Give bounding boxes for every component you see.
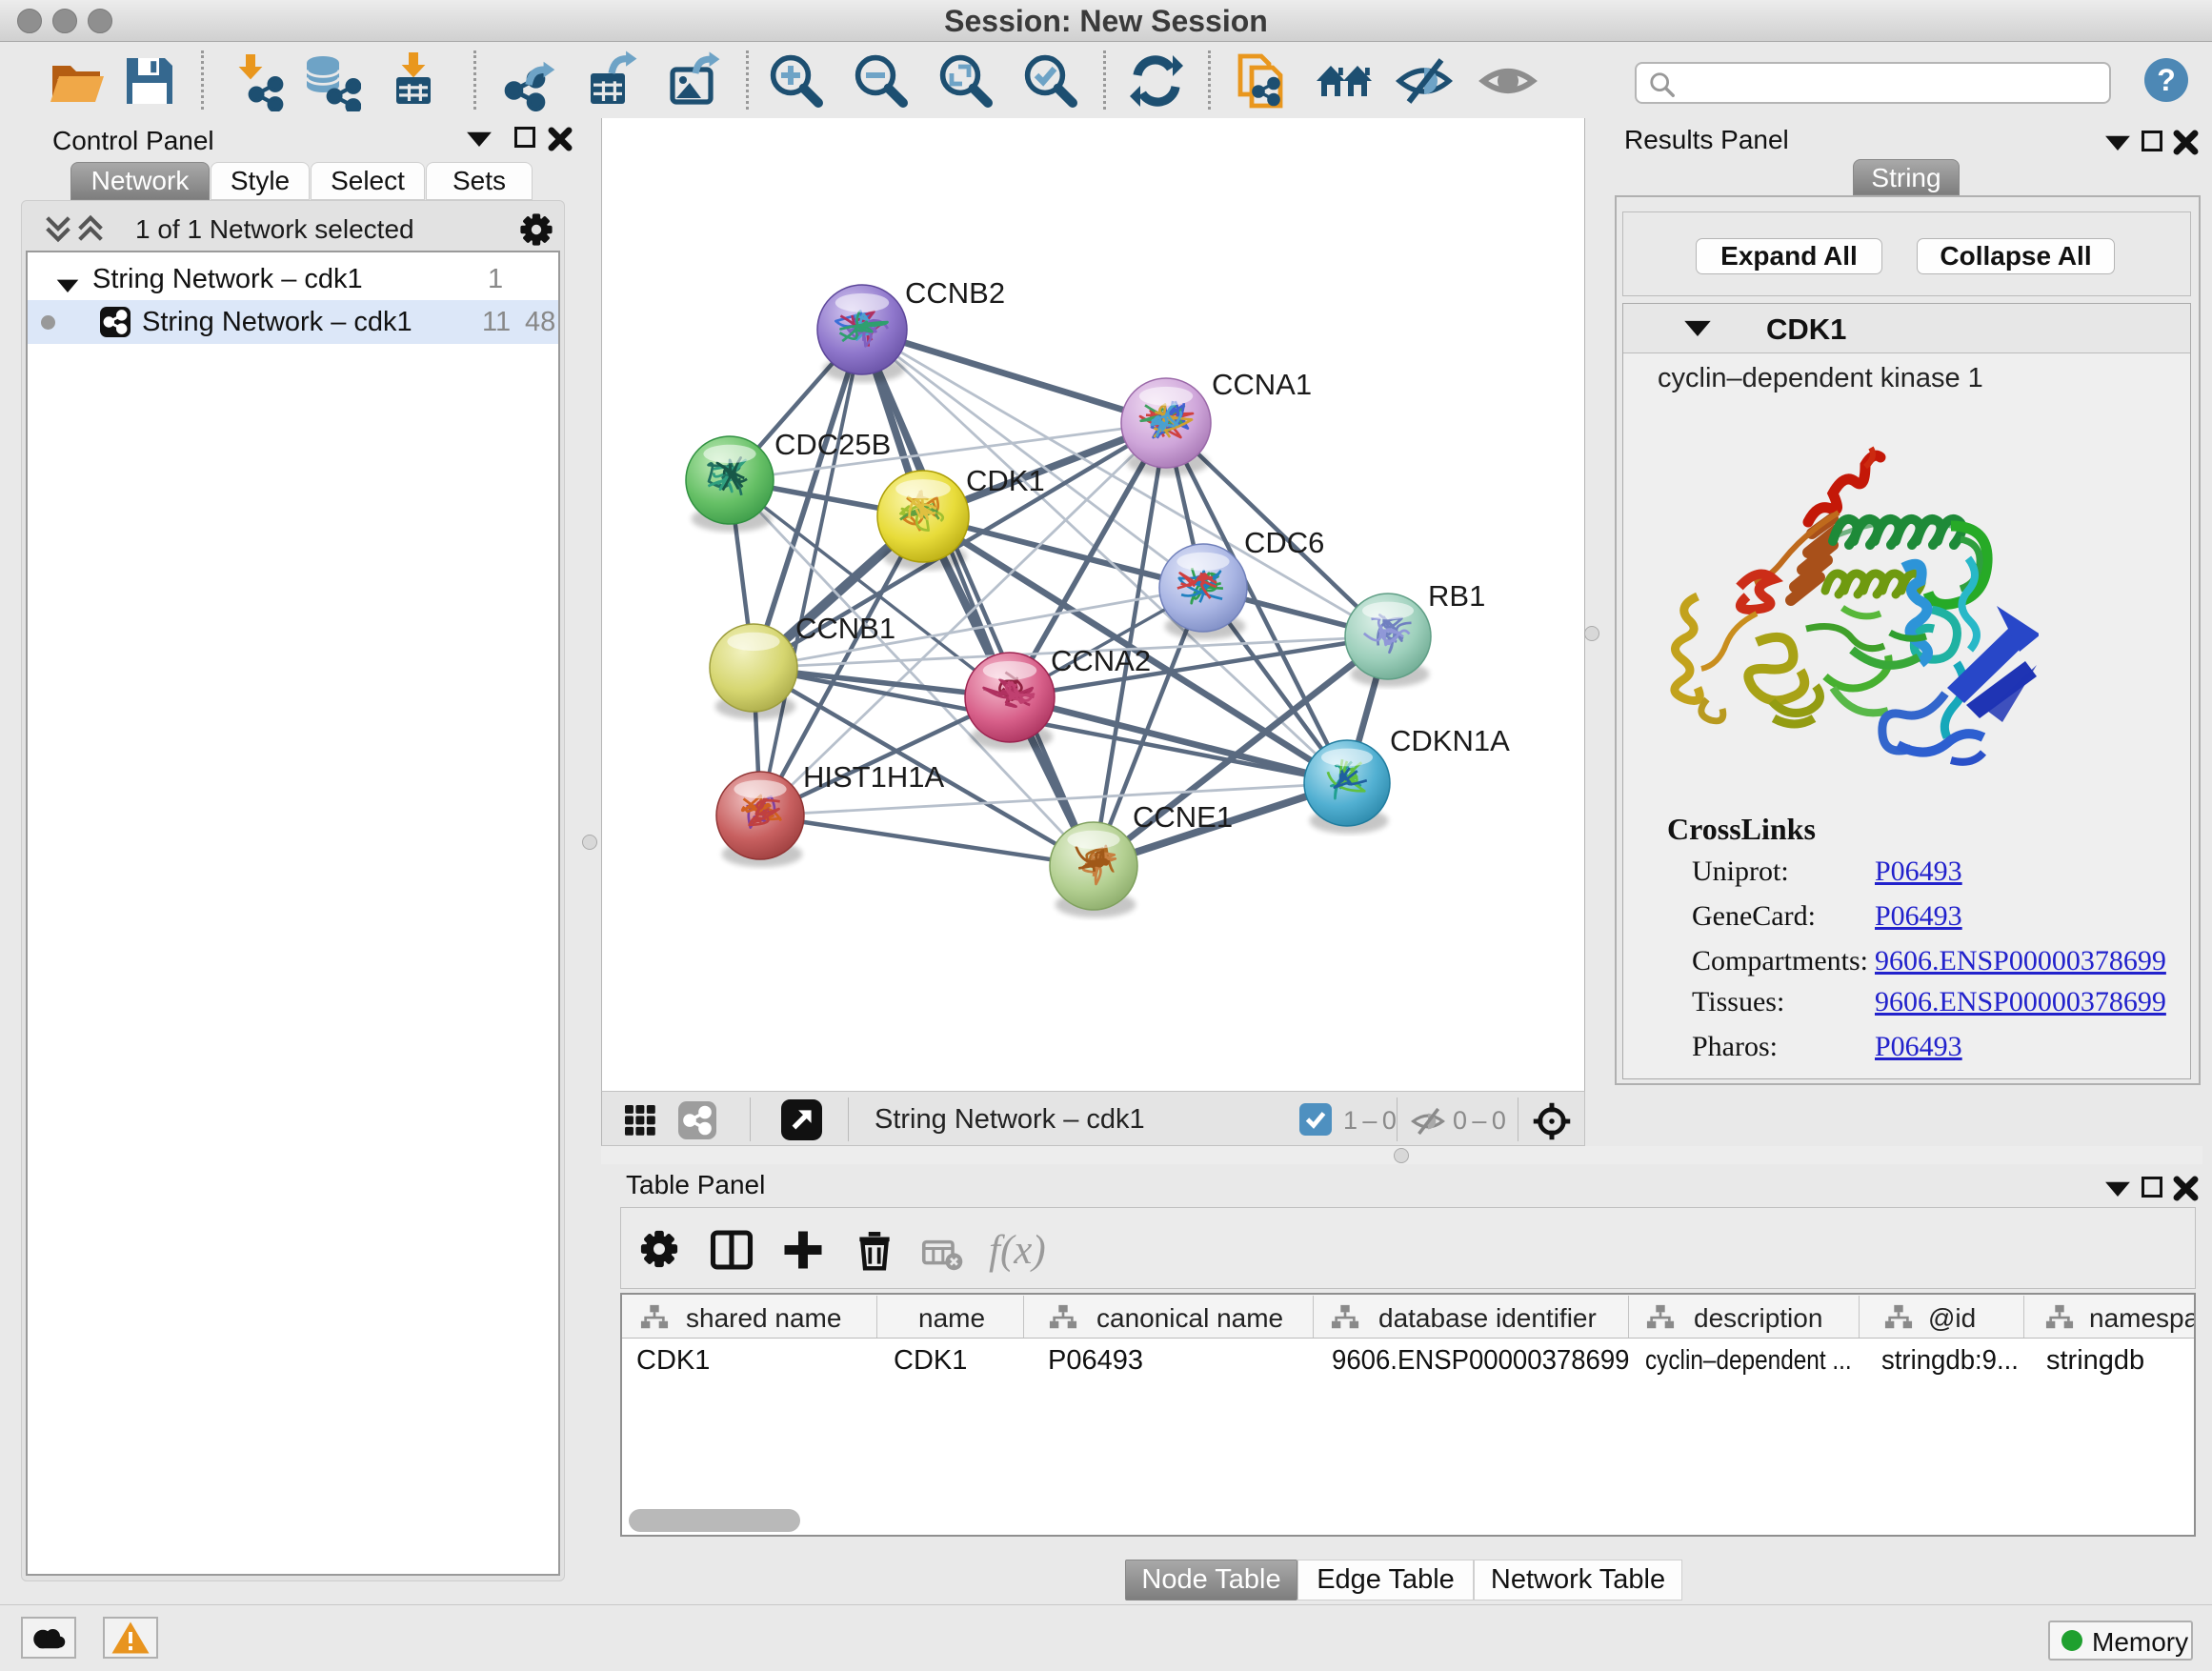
svg-text:CCNA1: CCNA1 — [1212, 368, 1312, 401]
svg-text:CDC6: CDC6 — [1244, 526, 1324, 559]
svg-text:CDKN1A: CDKN1A — [1390, 724, 1510, 757]
svg-text:CCNB1: CCNB1 — [795, 612, 895, 645]
svg-text:CDK1: CDK1 — [966, 464, 1045, 497]
svg-text:HIST1H1A: HIST1H1A — [803, 760, 944, 794]
svg-text:RB1: RB1 — [1428, 579, 1485, 613]
svg-text:CCNA2: CCNA2 — [1051, 644, 1151, 677]
svg-text:CDC25B: CDC25B — [774, 428, 891, 461]
svg-text:CCNE1: CCNE1 — [1133, 800, 1233, 834]
svg-text:CCNB2: CCNB2 — [905, 276, 1005, 310]
